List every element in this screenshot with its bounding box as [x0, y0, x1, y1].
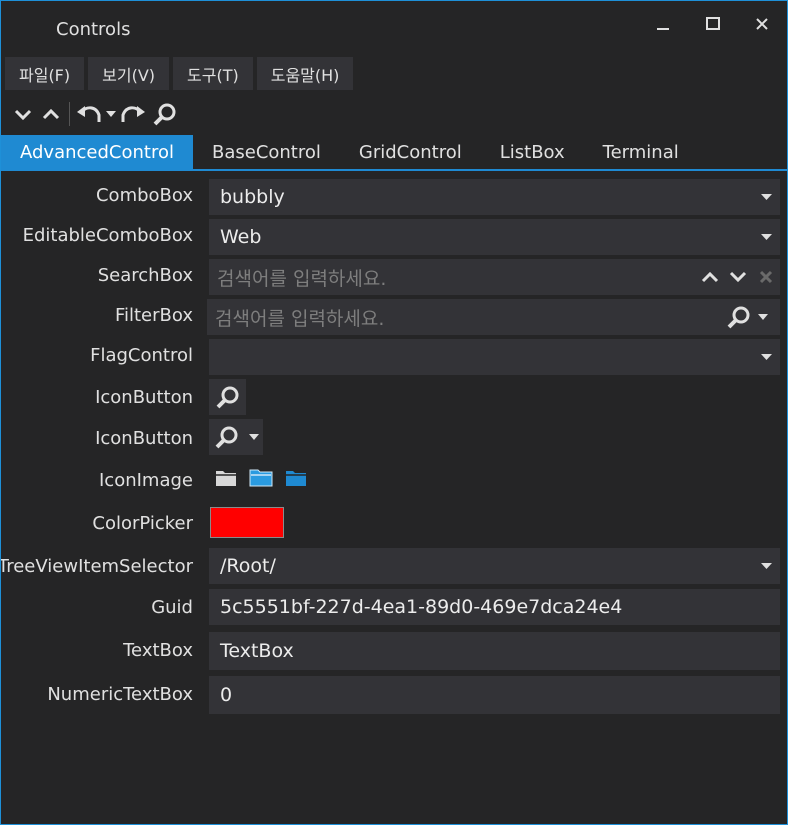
guid-value[interactable]: 5c5551bf-227d-4ea1-89d0-469e7dca24e4 [209, 596, 780, 618]
filter-search-button[interactable] [724, 305, 754, 329]
numeric-textbox[interactable]: 0 [209, 676, 780, 714]
minimize-button[interactable] [643, 9, 683, 39]
filter-dropdown-button[interactable] [754, 314, 772, 320]
undo-icon [77, 106, 101, 122]
treeview-selector-label: TreeViewItemSelector [0, 556, 193, 577]
undo-button[interactable] [74, 99, 104, 129]
flagcontrol-label: FlagControl [90, 345, 193, 366]
toolbar-separator [69, 102, 70, 126]
icon-split-main[interactable] [209, 425, 245, 449]
iconbutton-dropdown-label: IconButton [95, 428, 193, 449]
icon-split-button[interactable] [209, 419, 263, 455]
minimize-icon [657, 28, 669, 30]
close-icon [756, 18, 768, 30]
folder-blue-icon [286, 471, 306, 486]
treeview-selector[interactable]: /Root/ [209, 548, 780, 584]
chevron-up-icon [42, 108, 60, 120]
folder-open-icon [249, 469, 273, 487]
maximize-icon [706, 17, 720, 30]
editable-combobox-label: EditableComboBox [22, 225, 193, 246]
caret-down-icon [760, 563, 772, 569]
filterbox[interactable]: 검색어를 입력하세요. [207, 299, 780, 335]
combobox-value: bubbly [220, 186, 285, 208]
redo-icon [121, 106, 145, 122]
tab-basecontrol[interactable]: BaseControl [193, 135, 340, 169]
icon-button[interactable] [209, 379, 246, 415]
tab-listbox[interactable]: ListBox [481, 135, 584, 169]
tab-bar: AdvancedControl BaseControl GridControl … [1, 135, 787, 171]
colorpicker-label: ColorPicker [92, 513, 193, 534]
caret-down-icon [106, 111, 116, 117]
main-window: Controls 파일(F) 보기(V) 도구(T) 도움말(H) Advanc… [0, 0, 788, 825]
chevron-up-icon [701, 271, 719, 283]
close-button[interactable] [742, 9, 782, 39]
dropdown-caret[interactable] [752, 234, 780, 240]
caret-down-icon [249, 434, 259, 440]
iconbutton-label: IconButton [95, 387, 193, 408]
search-clear-button[interactable] [752, 270, 780, 284]
caret-down-icon [760, 234, 772, 240]
color-swatch[interactable] [210, 507, 284, 538]
filterbox-label: FilterBox [114, 305, 193, 326]
searchbox[interactable]: 검색어를 입력하세요. [209, 259, 780, 295]
search-icon [216, 386, 238, 409]
combobox[interactable]: bubbly [209, 179, 780, 215]
undo-dropdown-button[interactable] [104, 99, 118, 129]
caret-down-icon [760, 354, 772, 360]
menu-tools[interactable]: 도구(T) [173, 57, 253, 90]
searchbox-label: SearchBox [97, 265, 193, 286]
textbox-label: TextBox [123, 640, 193, 661]
toolbar [9, 98, 182, 130]
menu-file[interactable]: 파일(F) [5, 57, 85, 90]
search-icon [215, 426, 238, 449]
find-button[interactable] [148, 99, 182, 129]
flagcontrol[interactable] [209, 339, 780, 375]
numeric-textbox-label: NumericTextBox [47, 684, 193, 705]
guid-label: Guid [151, 597, 193, 618]
icon-split-dropdown[interactable] [245, 434, 263, 440]
chevron-down-icon [14, 109, 32, 121]
tab-advancedcontrol[interactable]: AdvancedControl [1, 135, 193, 169]
menu-view[interactable]: 보기(V) [88, 57, 170, 90]
menu-bar: 파일(F) 보기(V) 도구(T) 도움말(H) [5, 57, 357, 91]
textbox-value[interactable]: TextBox [209, 640, 780, 662]
treeview-selector-value: /Root/ [220, 555, 276, 577]
clear-icon [759, 270, 773, 284]
caret-down-icon [758, 314, 768, 320]
folder-icon [216, 471, 236, 486]
dropdown-caret[interactable] [752, 194, 780, 200]
chevron-down-icon [729, 271, 747, 283]
search-next-button[interactable] [724, 271, 752, 283]
icon-images [215, 467, 307, 487]
search-icon [153, 103, 176, 126]
search-prev-button[interactable] [696, 271, 724, 283]
combobox-label: ComboBox [95, 185, 193, 206]
move-down-button[interactable] [9, 99, 37, 129]
title-bar[interactable]: Controls [1, 1, 787, 55]
search-icon [727, 306, 750, 329]
iconimage-label: IconImage [99, 470, 193, 491]
numeric-textbox-value[interactable]: 0 [209, 684, 780, 706]
textbox[interactable]: TextBox [209, 632, 780, 670]
maximize-button[interactable] [693, 9, 733, 39]
redo-button[interactable] [118, 99, 148, 129]
editable-combobox[interactable]: Web [209, 219, 780, 255]
dropdown-caret[interactable] [752, 354, 780, 360]
tab-gridcontrol[interactable]: GridControl [340, 135, 481, 169]
filterbox-placeholder[interactable]: 검색어를 입력하세요. [207, 304, 724, 331]
dropdown-caret[interactable] [752, 563, 780, 569]
guid-field[interactable]: 5c5551bf-227d-4ea1-89d0-469e7dca24e4 [209, 589, 780, 625]
searchbox-placeholder[interactable]: 검색어를 입력하세요. [209, 264, 696, 291]
editable-combobox-value[interactable]: Web [209, 226, 752, 248]
window-title: Controls [56, 19, 131, 40]
menu-help[interactable]: 도움말(H) [256, 57, 354, 90]
tab-terminal[interactable]: Terminal [584, 135, 698, 169]
caret-down-icon [760, 194, 772, 200]
move-up-button[interactable] [37, 99, 65, 129]
